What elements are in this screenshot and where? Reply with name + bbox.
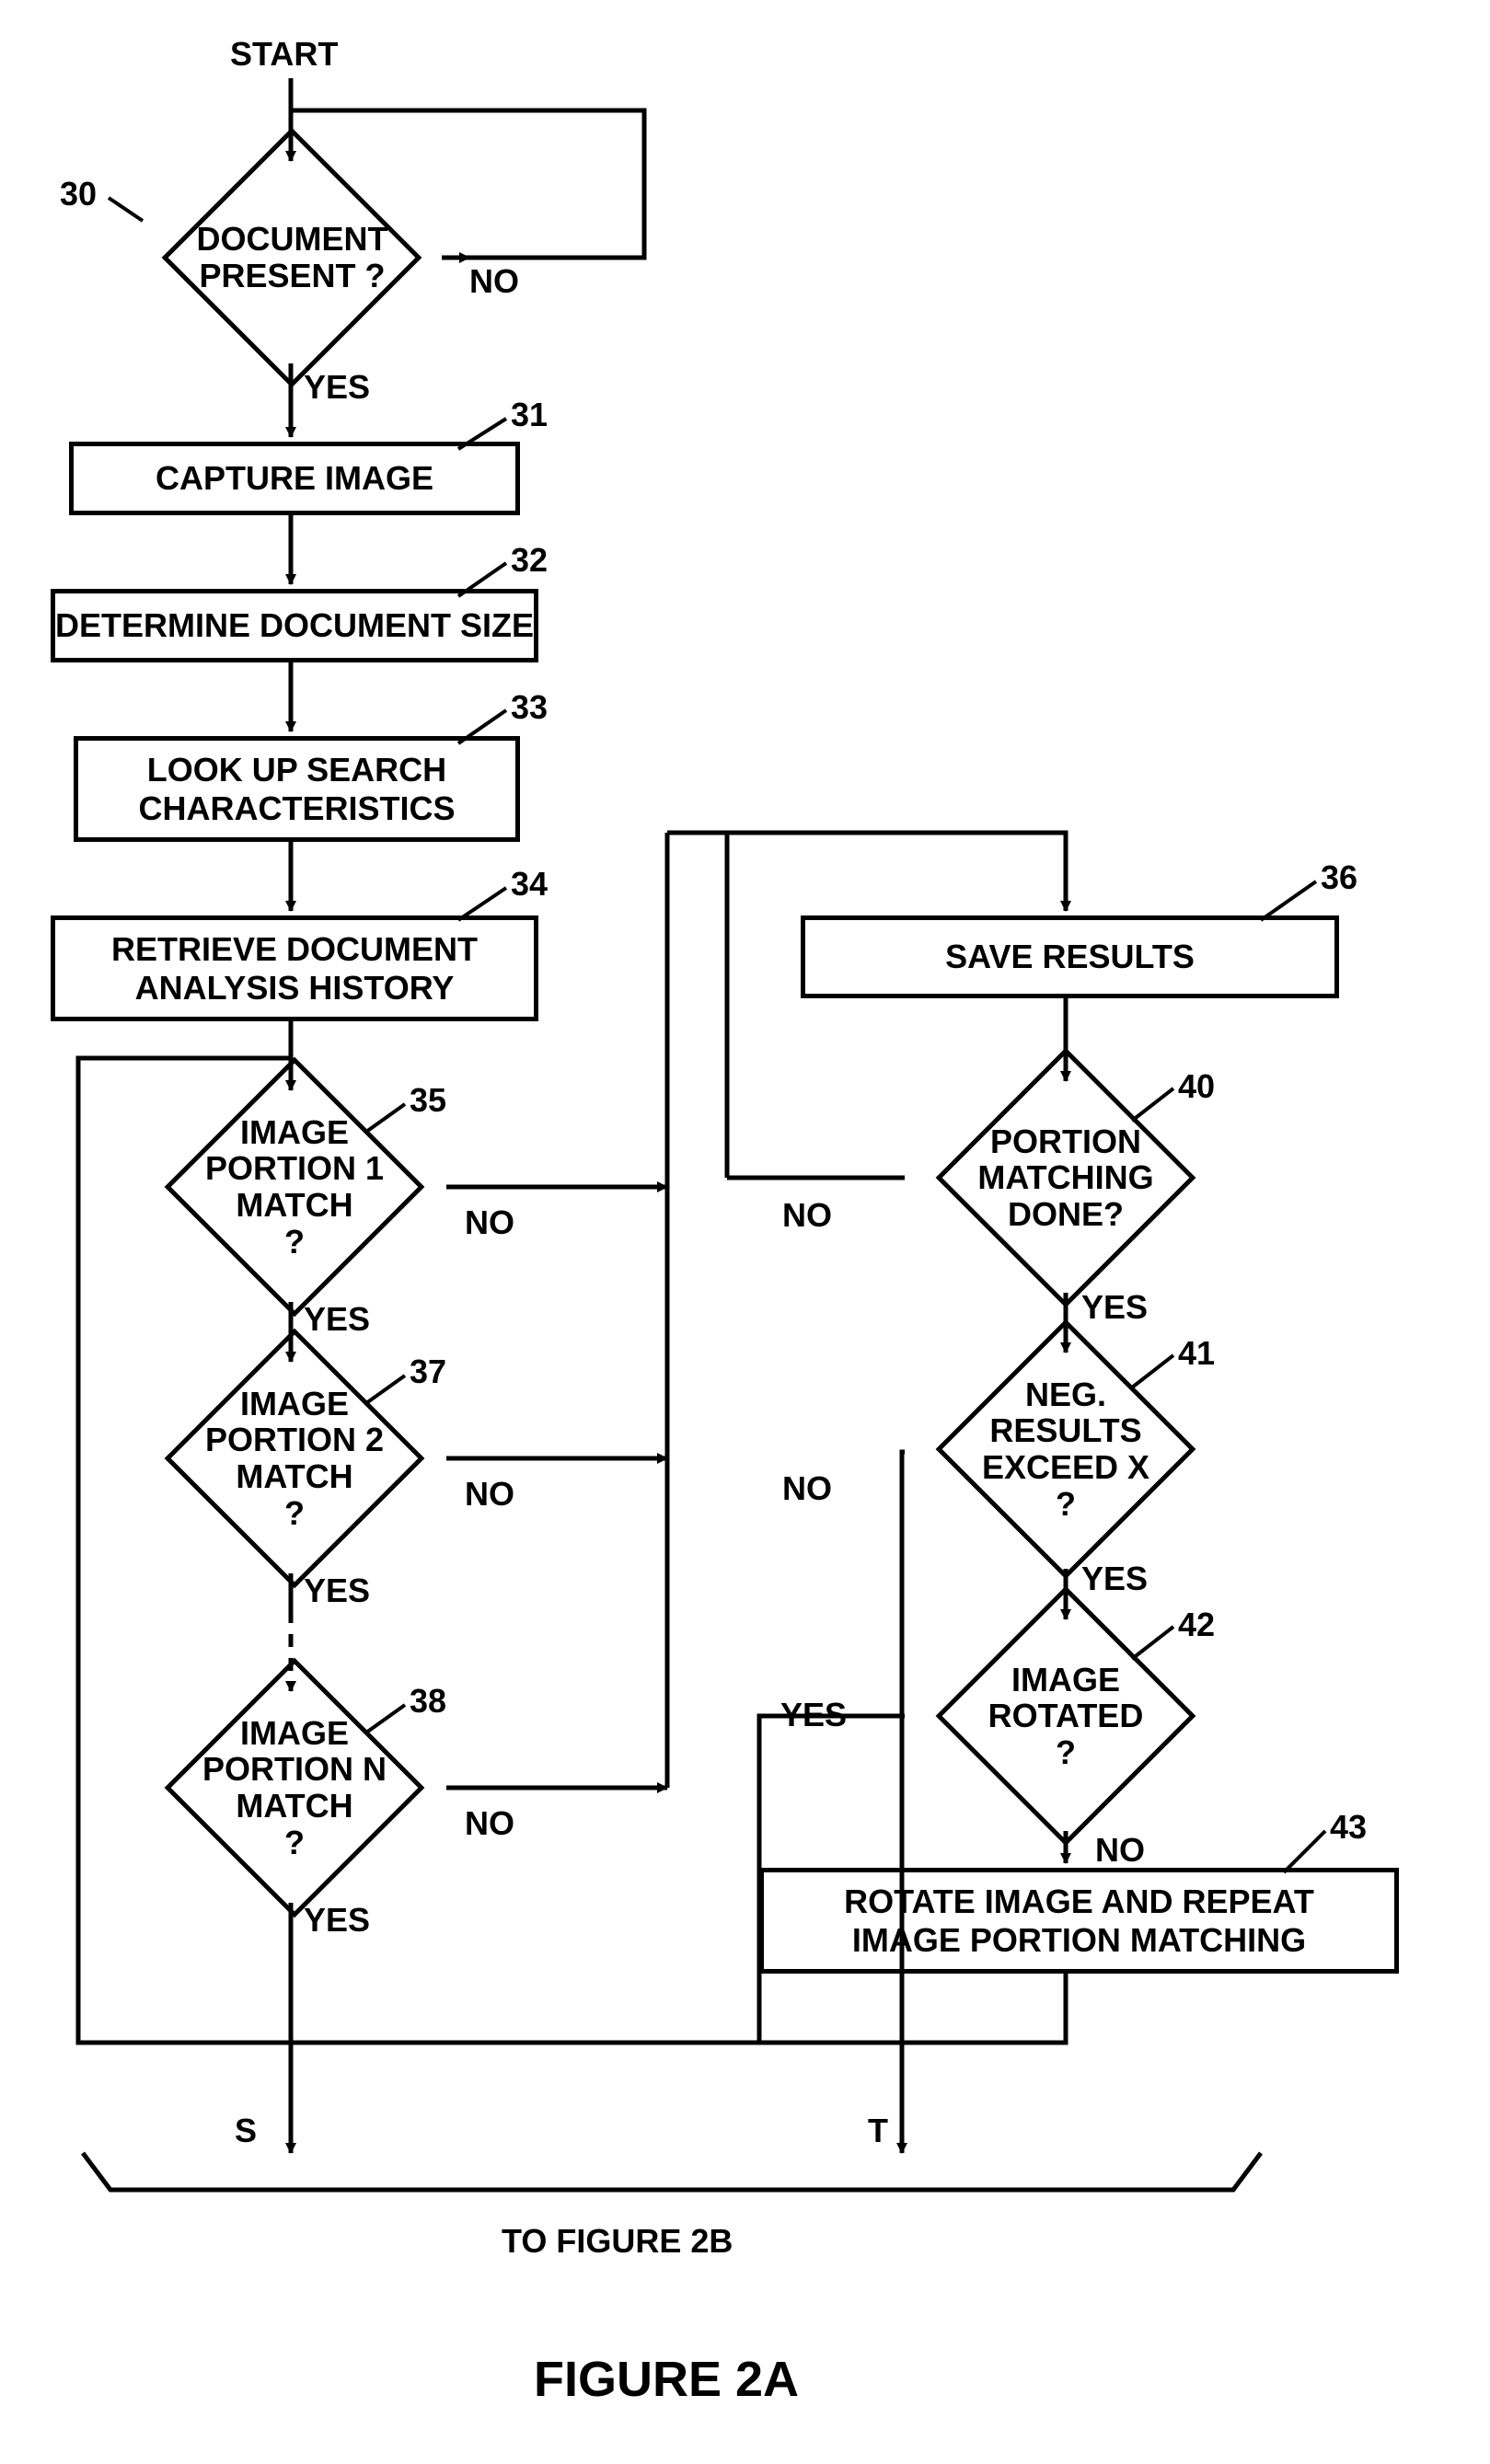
ref-30: 30 bbox=[60, 175, 97, 213]
node-38: IMAGE PORTION N MATCH ? bbox=[138, 1673, 451, 1903]
ref-32: 32 bbox=[511, 541, 548, 580]
node-35-text: IMAGE PORTION 1 MATCH ? bbox=[138, 1072, 451, 1302]
t-label: T bbox=[868, 2112, 888, 2150]
node-42: IMAGE ROTATED ? bbox=[905, 1601, 1227, 1831]
ref-34: 34 bbox=[511, 865, 548, 904]
no-41: NO bbox=[782, 1469, 832, 1508]
no-30: NO bbox=[469, 262, 519, 301]
node-30: DOCUMENT PRESENT ? bbox=[138, 152, 446, 363]
node-42-text: IMAGE ROTATED ? bbox=[905, 1601, 1227, 1831]
node-41-text: NEG. RESULTS EXCEED X ? bbox=[905, 1330, 1227, 1569]
start-label: START bbox=[230, 35, 338, 74]
yes-40: YES bbox=[1081, 1288, 1148, 1327]
node-36: SAVE RESULTS bbox=[801, 915, 1339, 998]
yes-30: YES bbox=[304, 368, 370, 407]
node-31: CAPTURE IMAGE bbox=[69, 442, 520, 515]
yes-37: YES bbox=[304, 1572, 370, 1610]
ref-31: 31 bbox=[511, 396, 548, 434]
node-43: ROTATE IMAGE AND REPEAT IMAGE PORTION MA… bbox=[759, 1868, 1399, 1974]
yes-41: YES bbox=[1081, 1560, 1148, 1598]
figure-title: FIGURE 2A bbox=[534, 2351, 799, 2408]
ref-36: 36 bbox=[1321, 858, 1357, 897]
node-37: IMAGE PORTION 2 MATCH ? bbox=[138, 1343, 451, 1573]
no-35: NO bbox=[465, 1203, 514, 1242]
node-41: NEG. RESULTS EXCEED X ? bbox=[905, 1330, 1227, 1569]
node-40-text: PORTION MATCHING DONE? bbox=[905, 1063, 1227, 1293]
yes-35: YES bbox=[304, 1300, 370, 1339]
no-38: NO bbox=[465, 1804, 514, 1843]
flowchart-canvas: START 30 DOCUMENT PRESENT ? NO YES 31 CA… bbox=[0, 0, 1490, 2464]
s-label: S bbox=[235, 2112, 257, 2150]
yes-42: YES bbox=[780, 1696, 847, 1734]
ref-43: 43 bbox=[1330, 1808, 1367, 1847]
node-32: DETERMINE DOCUMENT SIZE bbox=[51, 589, 538, 662]
yes-38: YES bbox=[304, 1901, 370, 1940]
node-37-text: IMAGE PORTION 2 MATCH ? bbox=[138, 1343, 451, 1573]
node-38-text: IMAGE PORTION N MATCH ? bbox=[138, 1673, 451, 1903]
node-33: LOOK UP SEARCH CHARACTERISTICS bbox=[74, 736, 520, 842]
node-40: PORTION MATCHING DONE? bbox=[905, 1063, 1227, 1293]
node-30-text: DOCUMENT PRESENT ? bbox=[138, 152, 446, 363]
node-35: IMAGE PORTION 1 MATCH ? bbox=[138, 1072, 451, 1302]
no-40: NO bbox=[782, 1196, 832, 1235]
no-42: NO bbox=[1095, 1831, 1145, 1870]
to-figure-2b: TO FIGURE 2B bbox=[502, 2222, 733, 2261]
no-37: NO bbox=[465, 1475, 514, 1514]
node-34: RETRIEVE DOCUMENT ANALYSIS HISTORY bbox=[51, 915, 538, 1021]
ref-33: 33 bbox=[511, 688, 548, 727]
